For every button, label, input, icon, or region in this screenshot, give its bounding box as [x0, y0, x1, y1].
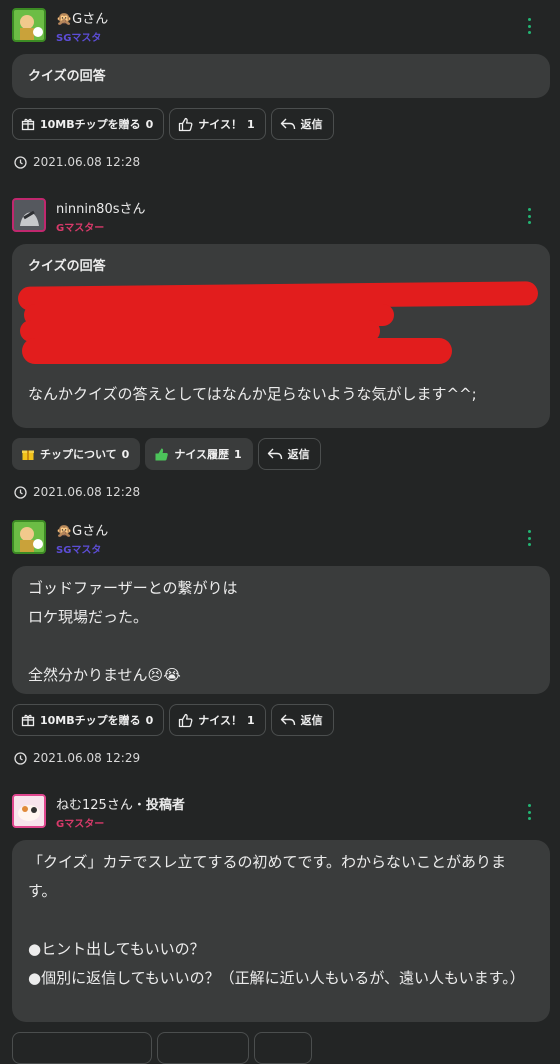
- kebab-menu-icon[interactable]: [528, 804, 532, 820]
- chip-count: 0: [145, 713, 154, 727]
- date-text: 2021.06.08 12:28: [33, 485, 141, 499]
- thumbs-up-icon: [179, 117, 193, 131]
- comment-post: 🙊Gさん SGマスタ ゴッドファーザーとの繋がりは ロケ現場だった。 全然分かり…: [0, 520, 560, 766]
- avatar[interactable]: [12, 198, 46, 232]
- comment-title: クイズの回答: [28, 259, 106, 274]
- gift-icon: [21, 118, 35, 131]
- nice-count: 1: [234, 447, 242, 461]
- comment-header: ninnin80sさん Gマスター: [0, 198, 560, 244]
- poster-role: 投稿者: [145, 798, 185, 813]
- send-chip-button[interactable]: 10MBチップを贈る 0: [12, 108, 165, 140]
- comment-bubble: ゴッドファーザーとの繋がりは ロケ現場だった。 全然分かりません😣😭: [12, 566, 550, 694]
- nice-count: 1: [246, 117, 255, 131]
- comment-post: ninnin80sさん Gマスター クイズの回答 なんかクイズの答えとしてはなん…: [0, 198, 560, 500]
- redaction-mark: [22, 338, 452, 364]
- username-text: ねむ125さん・: [56, 798, 146, 813]
- comment-title: クイズの回答: [28, 69, 106, 84]
- reply-label: 返信: [300, 118, 323, 131]
- post-date: 2021.06.08 12:28: [14, 484, 560, 500]
- reply-icon: [267, 448, 282, 460]
- comment-header: ねむ125さん・投稿者 Gマスター: [0, 794, 560, 840]
- username[interactable]: 🙊Gさん: [56, 8, 108, 27]
- rank-badge: Gマスター: [56, 223, 105, 234]
- avatar[interactable]: [12, 794, 46, 828]
- chip-count: 0: [121, 447, 130, 461]
- comment-bubble: クイズの回答: [12, 54, 550, 98]
- rank-badge: SGマスタ: [56, 545, 102, 556]
- nice-count: 1: [246, 713, 255, 727]
- rank-badge: Gマスター: [56, 819, 105, 830]
- comment-header: 🙊Gさん SGマスタ: [0, 8, 560, 54]
- nice-button[interactable]: ナイス！ 1: [169, 108, 266, 140]
- username[interactable]: ねむ125さん・投稿者: [56, 794, 185, 813]
- send-chip-button[interactable]: 10MBチップを贈る 0: [12, 704, 165, 736]
- clock-icon: [14, 155, 27, 169]
- clock-icon: [14, 751, 27, 765]
- nice-button[interactable]: ナイス！ 1: [169, 704, 266, 736]
- comment-actions: チップについて 0 ナイス履歴 1 返信: [12, 438, 560, 470]
- thumbs-up-icon: [179, 713, 193, 727]
- reply-label: 返信: [300, 714, 323, 727]
- comment-header: 🙊Gさん SGマスタ: [0, 520, 560, 566]
- kebab-menu-icon[interactable]: [528, 18, 532, 34]
- kebab-menu-icon[interactable]: [528, 530, 532, 546]
- reply-button[interactable]: [254, 1032, 312, 1064]
- reply-button[interactable]: 返信: [270, 704, 334, 736]
- comment-post: 🙊Gさん SGマスタ クイズの回答 10MBチップを贈る 0 ナイス！ 1 返信…: [0, 8, 560, 170]
- comment-body: 「クイズ」カテでスレ立てするの初めてです。わからないことがあります。 ●ヒント出…: [28, 853, 525, 987]
- comment-actions: 10MBチップを贈る 0 ナイス！ 1 返信: [12, 704, 560, 736]
- avatar[interactable]: [12, 8, 46, 42]
- nice-label: ナイス！: [198, 714, 242, 727]
- comment-actions: 10MBチップを贈る 0 ナイス！ 1 返信: [12, 108, 560, 140]
- rank-badge: SGマスタ: [56, 33, 102, 44]
- date-text: 2021.06.08 12:29: [33, 751, 141, 765]
- avatar[interactable]: [12, 520, 46, 554]
- comment-post: ねむ125さん・投稿者 Gマスター 「クイズ」カテでスレ立てするの初めてです。わ…: [0, 794, 560, 1064]
- chip-label: チップについて: [40, 448, 117, 461]
- reply-icon: [280, 714, 295, 726]
- username[interactable]: 🙊Gさん: [56, 520, 108, 539]
- post-date: 2021.06.08 12:29: [14, 750, 560, 766]
- post-date: 2021.06.08 12:28: [14, 154, 560, 170]
- nice-button[interactable]: [157, 1032, 249, 1064]
- chip-info-button[interactable]: チップについて 0: [12, 438, 141, 470]
- gift-icon: [22, 450, 34, 460]
- reply-button[interactable]: 返信: [270, 108, 334, 140]
- thumbs-up-icon: [155, 448, 169, 460]
- comment-actions: [12, 1032, 560, 1064]
- reply-button[interactable]: 返信: [257, 438, 321, 470]
- comment-bubble: 「クイズ」カテでスレ立てするの初めてです。わからないことがあります。 ●ヒント出…: [12, 840, 550, 1022]
- nice-label: ナイス！: [198, 118, 242, 131]
- chip-count: 0: [145, 117, 154, 131]
- comment-body: なんかクイズの答えとしてはなんか足らないような気がします^^;: [28, 385, 477, 403]
- reply-icon: [280, 118, 295, 130]
- nice-label: ナイス履歴: [174, 448, 229, 461]
- reply-label: 返信: [287, 448, 310, 461]
- date-text: 2021.06.08 12:28: [33, 155, 141, 169]
- comment-bubble: クイズの回答 なんかクイズの答えとしてはなんか足らないような気がします^^;: [12, 244, 550, 428]
- chip-label: 10MBチップを贈る: [40, 118, 141, 131]
- chip-label: 10MBチップを贈る: [40, 714, 141, 727]
- clock-icon: [14, 485, 27, 499]
- kebab-menu-icon[interactable]: [528, 208, 532, 224]
- send-chip-button[interactable]: [12, 1032, 152, 1064]
- gift-icon: [21, 714, 35, 727]
- nice-history-button[interactable]: ナイス履歴 1: [145, 438, 253, 470]
- comment-body: ゴッドファーザーとの繋がりは ロケ現場だった。 全然分かりません😣😭: [28, 579, 238, 684]
- username[interactable]: ninnin80sさん: [56, 198, 146, 217]
